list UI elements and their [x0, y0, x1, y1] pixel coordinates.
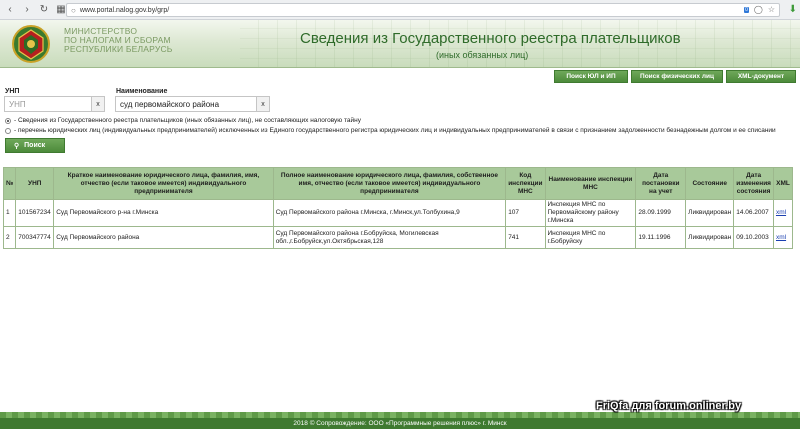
col-header-change-date: Дата изменения состояния	[733, 167, 774, 200]
radio-option-excluded[interactable]: - перечень юридических лиц (индивидуальн…	[5, 127, 776, 134]
col-header-inspection-name: Наименование инспекции МНС	[544, 167, 637, 200]
cell-inspection-name: Инспекция МНС по г.Бобруйску	[544, 226, 637, 249]
cell-inspection-code: 107	[505, 199, 546, 227]
col-header-xml: XML	[772, 167, 794, 200]
bookmark-star-icon[interactable]: ☆	[768, 5, 775, 14]
forward-icon[interactable]: ›	[20, 3, 34, 17]
radio-option-registry-label: - Сведения из Государственного реестра п…	[14, 117, 361, 124]
col-header-full-name: Полное наименование юридического лица, ф…	[272, 167, 507, 200]
page-subtitle: (иных обязанных лиц)	[436, 50, 529, 60]
footer-copyright: 2018 © Сопровождение: ООО «Программные р…	[293, 420, 507, 427]
col-header-reg-date: Дата постановки на учет	[635, 167, 687, 200]
globe-icon: ○	[71, 5, 76, 15]
nav-search-physical-button[interactable]: Поиск физических лиц	[631, 70, 723, 83]
col-header-num: №	[2, 167, 17, 200]
table-row: 2 700347774 Суд Первомайского района Суд…	[2, 226, 794, 249]
magnifier-icon: ⚲	[14, 142, 20, 150]
cell-change-date: 09.10.2003	[733, 226, 774, 249]
watermark-text: FriQfa для forum.onliner.by	[596, 400, 742, 412]
address-bar[interactable]: ○ www.portal.nalog.gov.by/grp/ 0 ◯ ☆	[66, 3, 780, 17]
download-icon[interactable]: ⬇	[789, 4, 797, 15]
name-clear-button[interactable]: x	[256, 96, 270, 112]
shield-icon[interactable]: ◯	[754, 5, 763, 14]
cell-short-name: Суд Первомайского р-на г.Минска	[53, 199, 274, 227]
xml-link[interactable]: xml	[776, 234, 786, 241]
radio-option-registry[interactable]: - Сведения из Государственного реестра п…	[5, 117, 361, 124]
cell-xml: xml	[772, 226, 794, 249]
unp-input[interactable]: УНП	[4, 96, 92, 112]
cell-inspection-code: 741	[505, 226, 546, 249]
cell-xml: xml	[772, 199, 794, 227]
extension-badge[interactable]: 0	[744, 6, 749, 13]
search-button-label: Поиск	[24, 142, 46, 149]
nav-xml-document-button[interactable]: XML-документ	[726, 70, 796, 83]
radio-checked-icon[interactable]	[5, 117, 11, 124]
cell-unp: 101567234	[15, 199, 55, 227]
cell-unp: 700347774	[15, 226, 55, 249]
name-input[interactable]: суд первомайского района	[115, 96, 257, 112]
table-row: 1 101567234 Суд Первомайского р-на г.Мин…	[2, 199, 794, 227]
site-header: Министерство по налогам и сборам Республ…	[0, 20, 800, 68]
reload-icon[interactable]: ↻	[37, 3, 51, 17]
name-label: Наименование	[116, 88, 168, 95]
cell-num: 1	[2, 199, 17, 227]
back-icon[interactable]: ‹	[3, 3, 17, 17]
col-header-short-name: Краткое наименование юридического лица, …	[53, 167, 274, 200]
radio-unchecked-icon[interactable]	[5, 127, 11, 134]
table-header-row: № УНП Краткое наименование юридического …	[2, 167, 794, 200]
unp-label: УНП	[5, 88, 20, 95]
search-button[interactable]: ⚲ Поиск	[5, 138, 65, 153]
ministry-emblem-icon	[12, 25, 50, 63]
unp-clear-button[interactable]: x	[91, 96, 105, 112]
page-title: Сведения из Государственного реестра пла…	[300, 30, 681, 47]
cell-num: 2	[2, 226, 17, 249]
cell-state: Ликвидирован	[685, 226, 735, 249]
cell-full-name: Суд Первомайского района г.Минска, г.Мин…	[272, 199, 507, 227]
cell-reg-date: 28.09.1999	[635, 199, 687, 227]
cell-inspection-name: Инспекция МНС по Первомайскому району г.…	[544, 199, 637, 227]
org-name-line3: Республики Беларусь	[64, 44, 173, 54]
cell-full-name: Суд Первомайского района г.Бобруйска, Мо…	[272, 226, 507, 249]
cell-short-name: Суд Первомайского района	[53, 226, 274, 249]
xml-link[interactable]: xml	[776, 209, 786, 216]
footer: 2018 © Сопровождение: ООО «Программные р…	[0, 418, 800, 429]
cell-change-date: 14.06.2007	[733, 199, 774, 227]
cell-state: Ликвидирован	[685, 199, 735, 227]
browser-toolbar: ‹ › ↻ ▦ ○ www.portal.nalog.gov.by/grp/ 0…	[0, 0, 800, 20]
url-text: www.portal.nalog.gov.by/grp/	[79, 6, 170, 14]
radio-option-excluded-label: - перечень юридических лиц (индивидуальн…	[14, 127, 776, 134]
col-header-state: Состояние	[685, 167, 735, 200]
nav-search-legal-button[interactable]: Поиск ЮЛ и ИП	[554, 70, 628, 83]
cell-reg-date: 19.11.1996	[635, 226, 687, 249]
col-header-inspection-code: Код инспекции МНС	[505, 167, 546, 200]
col-header-unp: УНП	[15, 167, 55, 200]
org-name: Министерство по налогам и сборам Республ…	[64, 27, 173, 54]
results-table: № УНП Краткое наименование юридического …	[2, 167, 794, 249]
